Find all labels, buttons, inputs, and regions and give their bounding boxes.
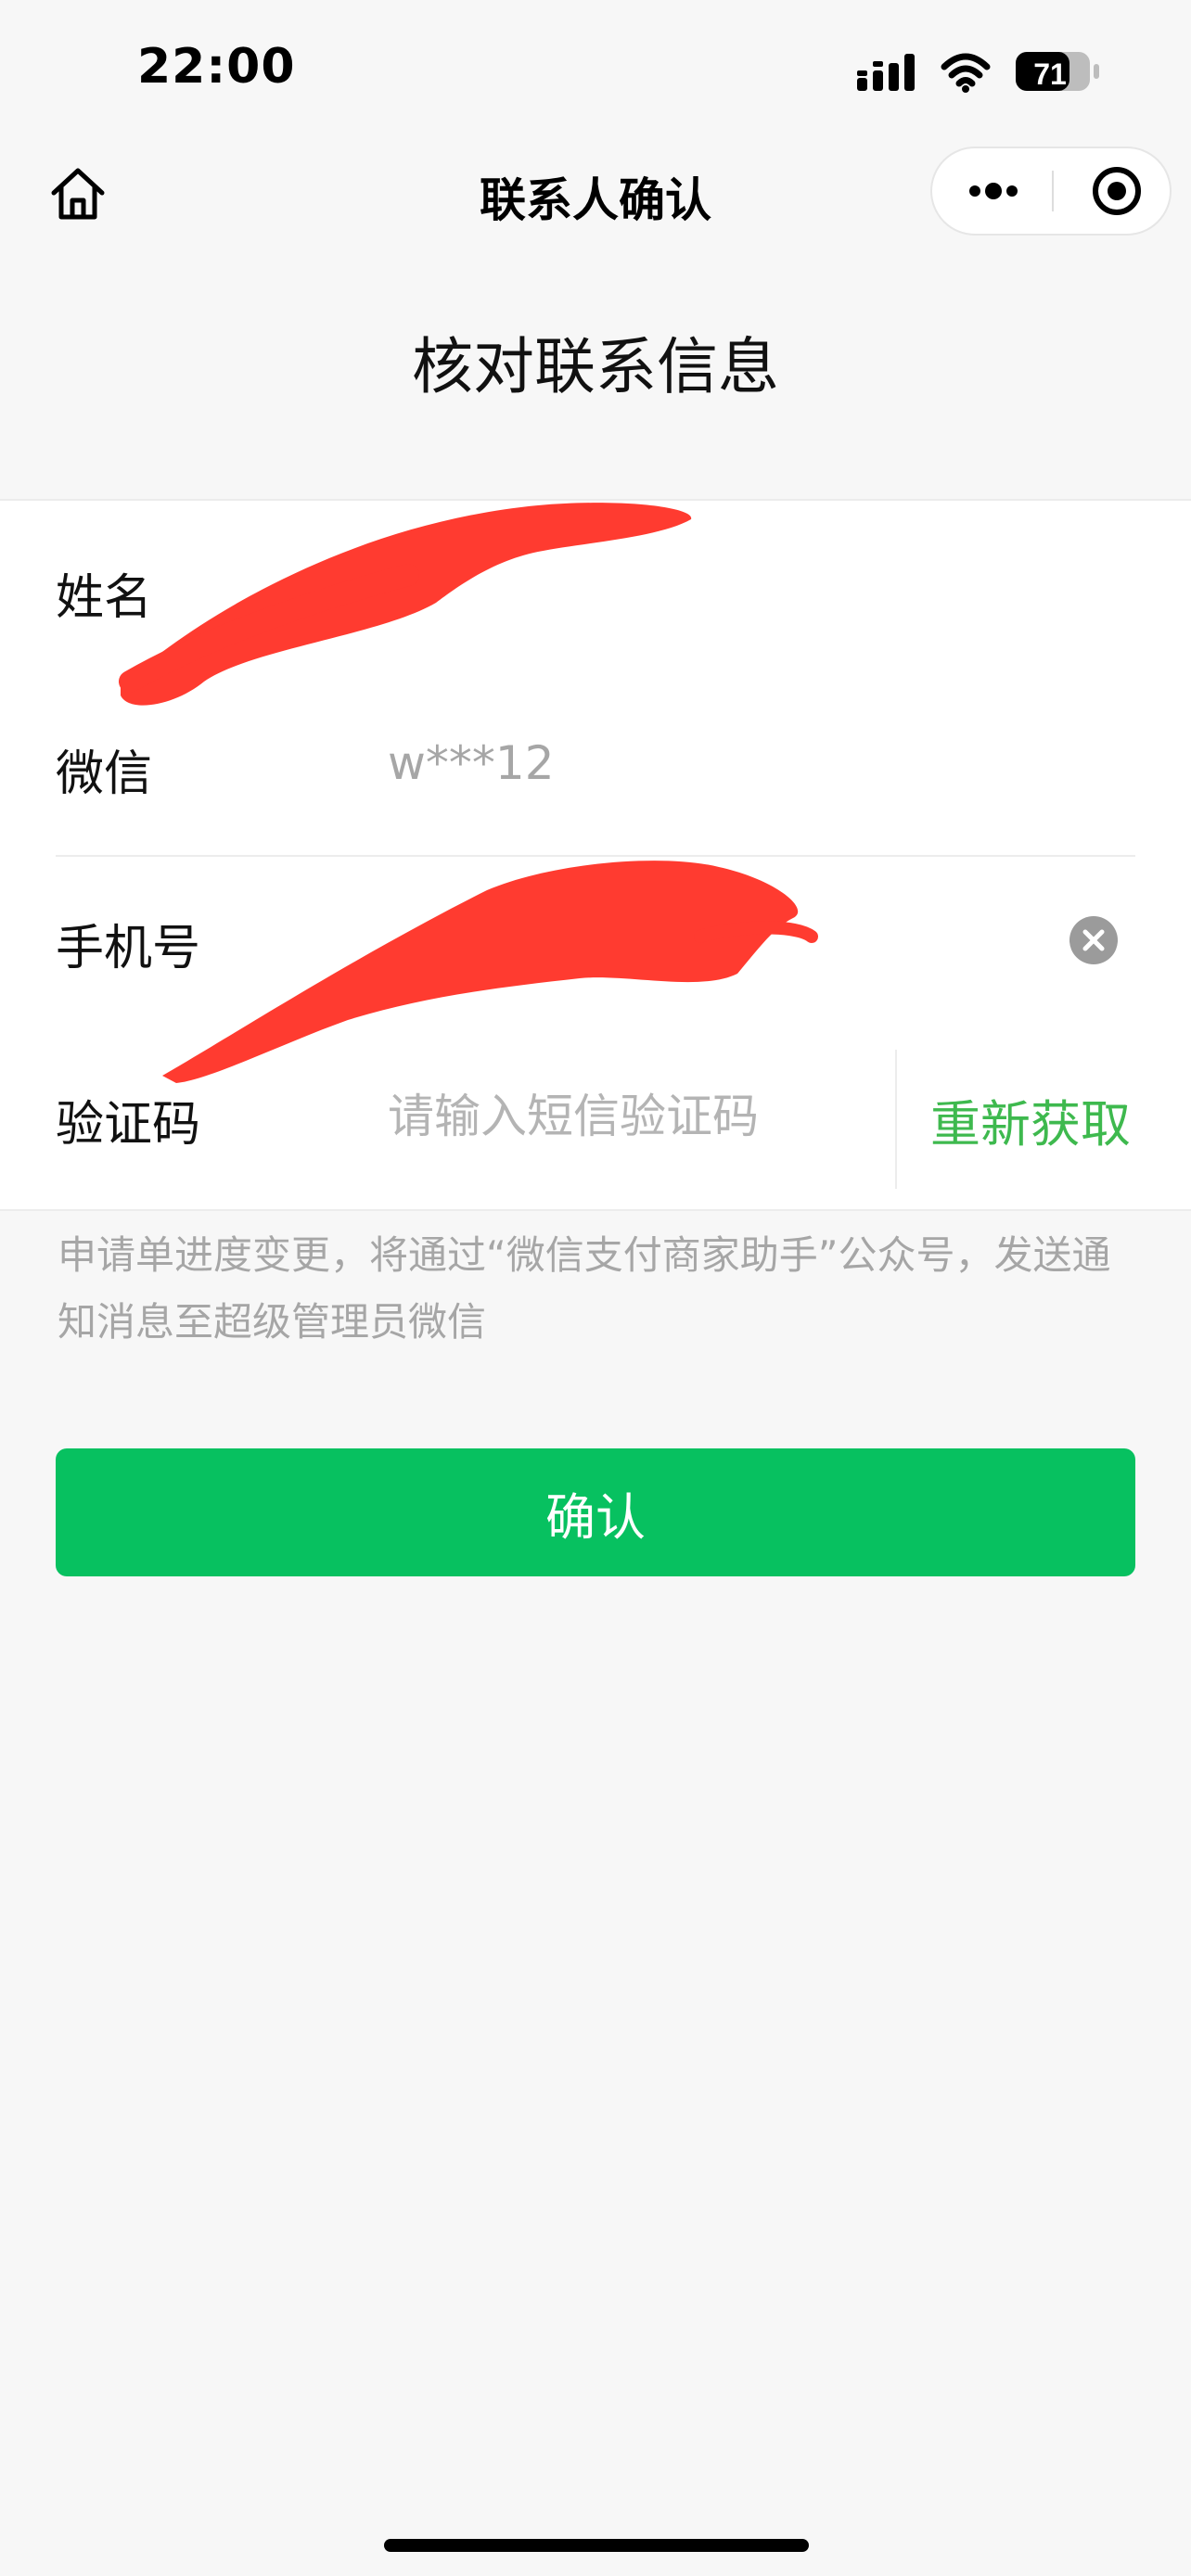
resend-code-button[interactable]: 重新获取 (930, 1083, 1131, 1156)
clear-icon (1082, 929, 1105, 951)
clear-phone-button[interactable] (1069, 916, 1118, 964)
battery-level: 71 (1033, 57, 1067, 91)
page-heading: 核对联系信息 (412, 331, 779, 402)
more-button[interactable] (932, 148, 1053, 234)
wechat-value: w***12 (388, 736, 555, 790)
contact-confirm-page: 22:00 71 联系人确认 核对联系信息 姓名 微信 w***12 手机号 验… (0, 0, 1191, 2576)
row-divider (56, 855, 1135, 857)
notification-notice: 申请单进度变更，将通过“微信支付商家助手”公众号，发送通知消息至超级管理员微信 (58, 1232, 1111, 1345)
more-dots-icon (969, 183, 1018, 199)
phone-input[interactable] (388, 901, 833, 976)
name-label: 姓名 (56, 570, 153, 626)
cellular-signal-icon (857, 54, 915, 91)
home-indicator (384, 2539, 809, 2552)
contact-form: 姓名 微信 w***12 手机号 验证码 重新获取 (0, 499, 1191, 1211)
close-miniprogram-button[interactable] (1054, 148, 1172, 234)
verification-code-input[interactable] (388, 1079, 833, 1154)
resend-divider (895, 1050, 897, 1189)
target-close-icon (1093, 167, 1141, 215)
phone-label: 手机号 (56, 921, 201, 976)
miniprogram-capsule (930, 147, 1172, 236)
wifi-icon (941, 53, 991, 93)
status-icons: 71 (853, 46, 1104, 98)
wechat-label: 微信 (56, 746, 153, 802)
code-label: 验证码 (56, 1097, 201, 1153)
confirm-button[interactable]: 确认 (56, 1448, 1135, 1576)
status-time: 22:00 (137, 39, 296, 95)
